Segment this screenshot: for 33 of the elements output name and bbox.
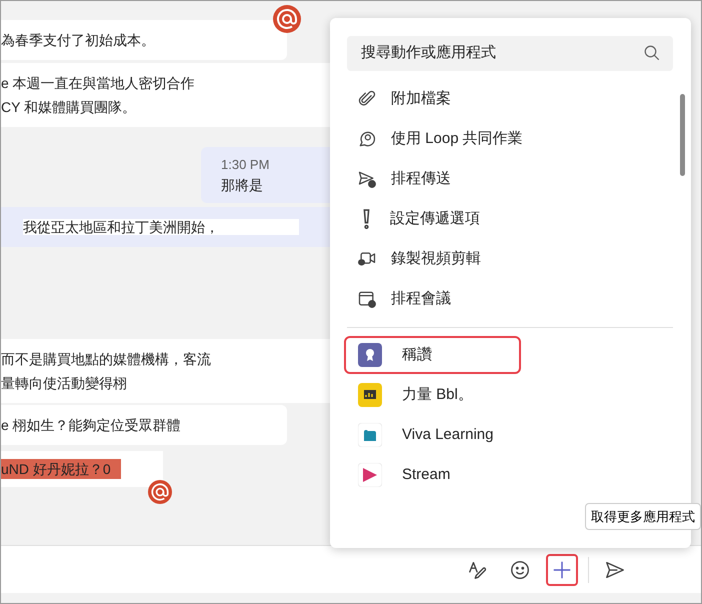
message-text: CY 和媒體購買團隊。 <box>1 99 136 115</box>
search-field[interactable]: 搜尋動作或應用程式 <box>347 36 673 71</box>
menu-item[interactable]: 附加檔案 <box>330 79 691 119</box>
emoji-icon <box>509 558 531 580</box>
search-icon <box>643 44 661 62</box>
message-time: 1:30 PM <box>221 156 270 174</box>
book-icon <box>358 423 382 447</box>
send-clock-icon <box>357 169 377 189</box>
message-text: 為春季支付了初始成本。 <box>1 32 155 48</box>
app-item[interactable]: Stream <box>344 456 521 494</box>
message-text: 我從亞太地區和拉丁美洲開始， <box>23 219 299 235</box>
loop-icon <box>357 129 377 149</box>
menu-item[interactable]: 設定傳遞選項 <box>330 199 691 239</box>
play-icon <box>358 463 382 487</box>
award-icon <box>358 343 382 367</box>
message-text: 那將是 <box>221 177 263 193</box>
menu-item[interactable]: 使用 Loop 共同作業 <box>330 119 691 159</box>
message-text: uND 好丹妮拉？0 <box>1 459 121 479</box>
menu-item[interactable]: 排程會議 <box>330 279 691 319</box>
message-text: e 栩如生？能夠定位受眾群體 <box>1 417 181 433</box>
calendar-add-icon <box>357 289 377 309</box>
chart-icon <box>358 383 382 407</box>
message-text: 而不是購買地點的媒體機構，客流 <box>1 351 211 367</box>
menu-item[interactable]: 錄製視頻剪輯 <box>330 239 691 279</box>
app-item[interactable]: 力量 Bbl。 <box>344 376 521 414</box>
menu-item[interactable]: 排程傳送 <box>330 159 691 199</box>
plus-button[interactable] <box>546 554 578 586</box>
get-more-apps-button[interactable]: 取得更多應用程式 <box>585 502 701 530</box>
scrollbar[interactable] <box>680 94 685 176</box>
app-item[interactable]: 稱讚 <box>344 336 521 374</box>
message-text: 量轉向使活動變得栩 <box>1 375 127 391</box>
app-item[interactable]: Viva Learning <box>344 416 521 454</box>
message-text: e 本週一直在與當地人密切合作 <box>1 75 195 91</box>
